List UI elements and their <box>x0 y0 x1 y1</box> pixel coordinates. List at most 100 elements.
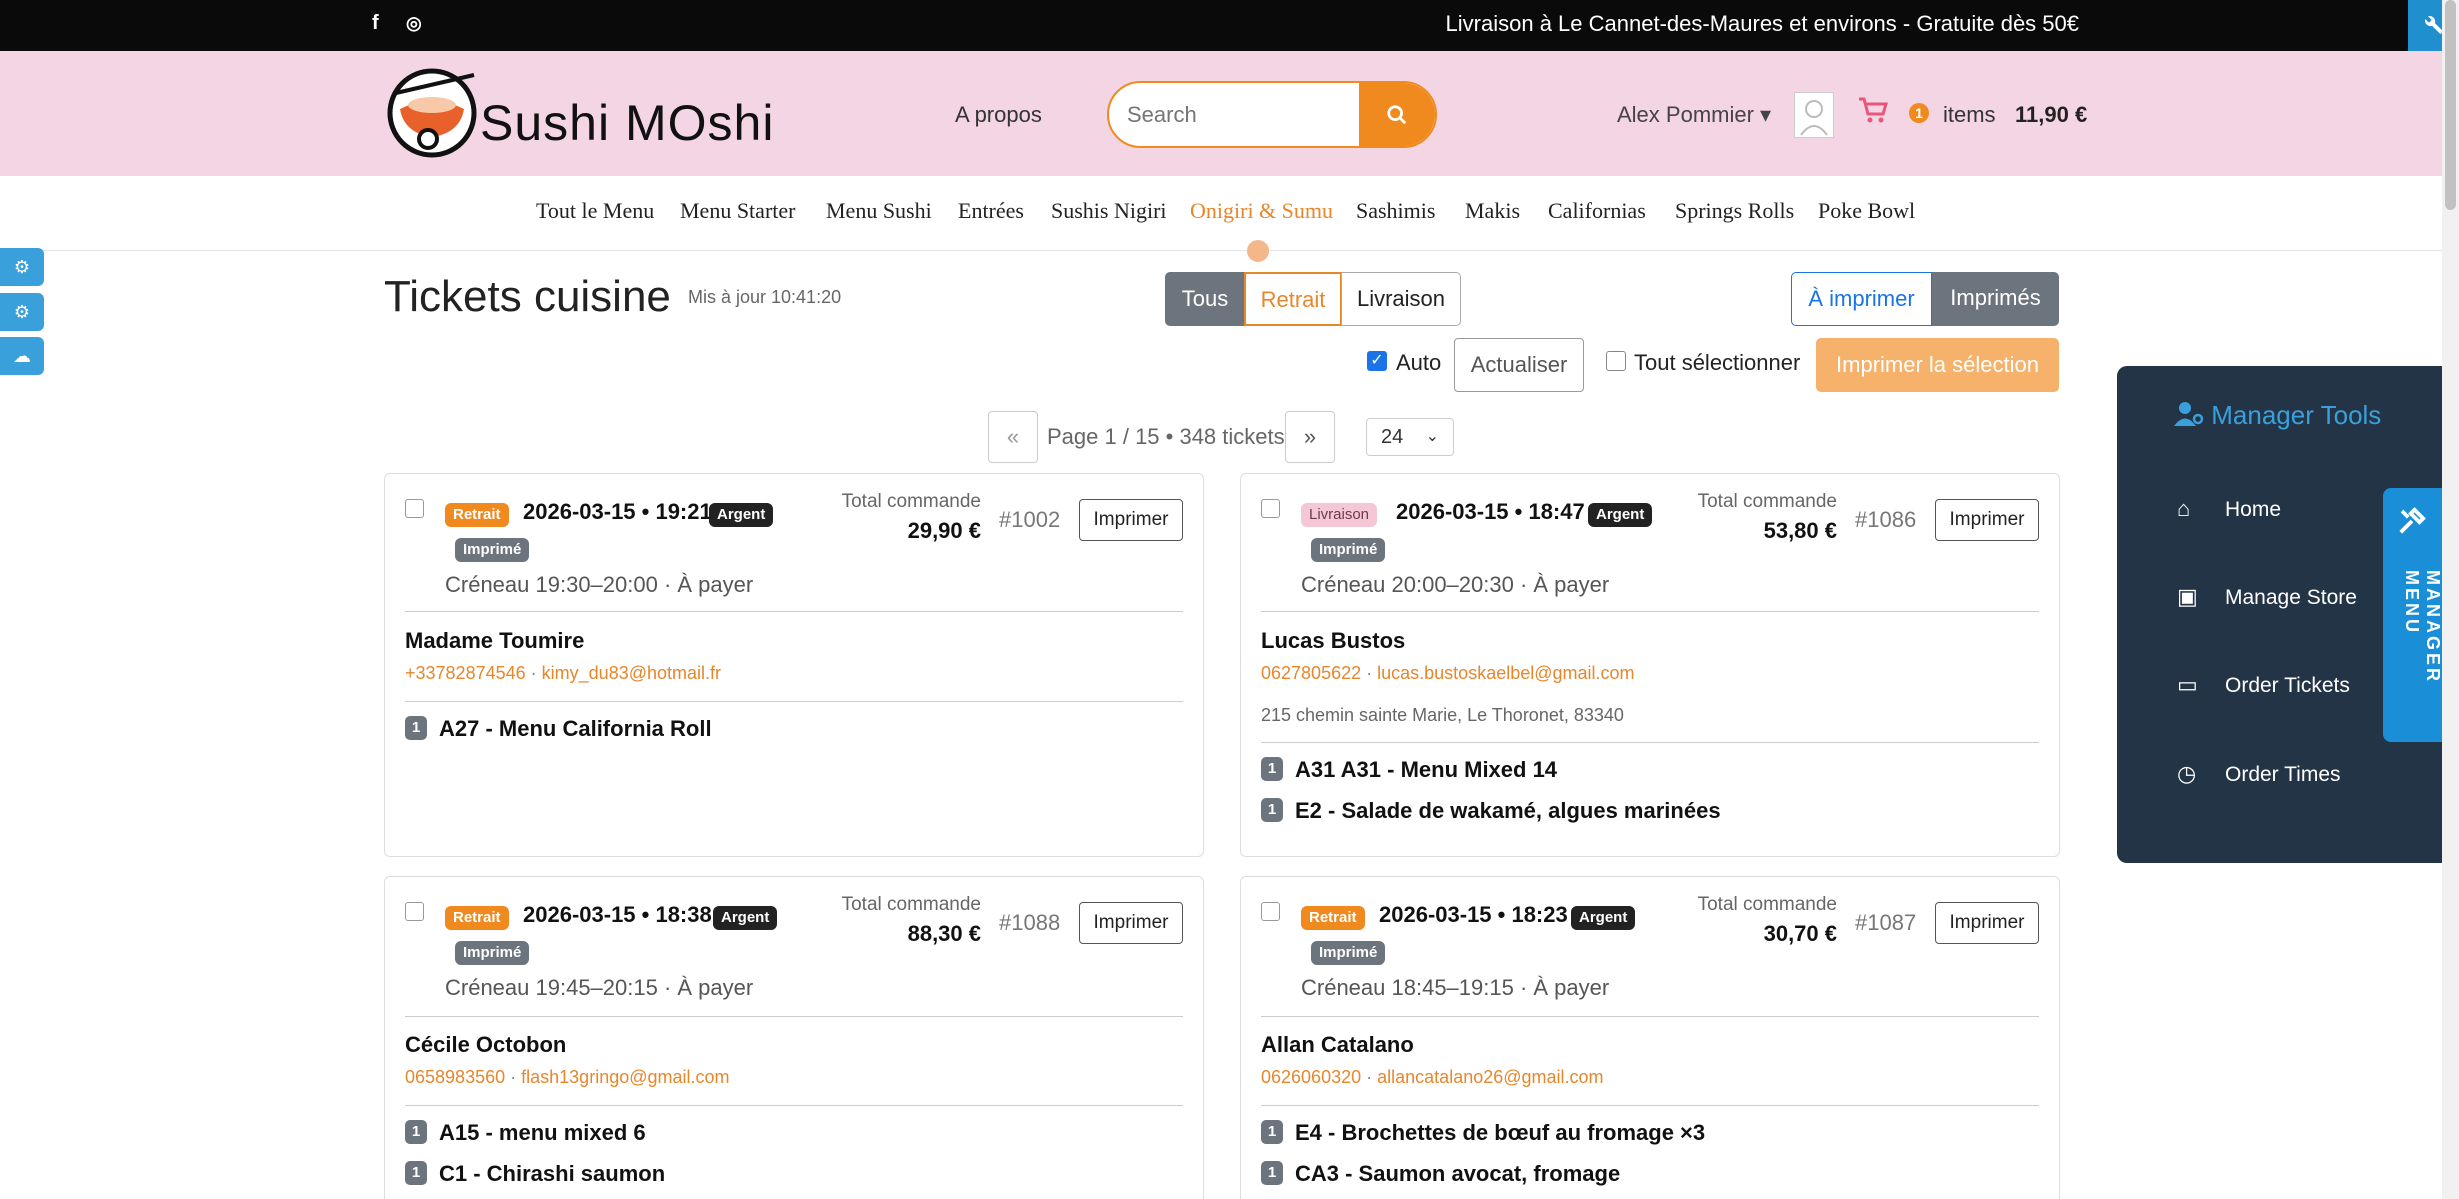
order-line: 1 CA3 - Saumon avocat, fromage <box>1261 1161 1620 1187</box>
nav-item-sashimis[interactable]: Sashimis <box>1356 198 1435 224</box>
divider <box>405 1016 1183 1017</box>
customer-phone[interactable]: 0658983560 <box>405 1067 505 1087</box>
nav-item-sushis-nigiri[interactable]: Sushis Nigiri <box>1051 198 1167 224</box>
logo-icon[interactable] <box>386 67 478 159</box>
scrollbar-thumb[interactable] <box>2445 0 2456 210</box>
manager-item-order-times[interactable]: ◷ Order Times <box>2177 761 2341 787</box>
filter-retrait[interactable]: Retrait <box>1244 272 1342 326</box>
ticket-number: #1087 <box>1855 910 1917 935</box>
print-button[interactable]: Imprimer <box>1935 902 2039 944</box>
filter-livraison[interactable]: Livraison <box>1341 272 1461 326</box>
tools-icon <box>2399 507 2426 534</box>
search-input[interactable] <box>1109 83 1359 146</box>
ticket-checkbox[interactable] <box>405 499 424 518</box>
to-print-toggle[interactable]: À imprimer <box>1791 272 1932 326</box>
printed-toggle[interactable]: Imprimés <box>1932 272 2059 326</box>
manager-menu-tab[interactable]: MANAGER MENU <box>2383 488 2443 742</box>
nav-item-menu-starter[interactable]: Menu Starter <box>680 198 795 224</box>
type-badge: Livraison <box>1301 503 1378 527</box>
active-indicator <box>1247 240 1269 262</box>
ticket-icon: ▭ <box>2177 672 2198 697</box>
manager-item-order-tickets[interactable]: ▭ Order Tickets <box>2177 672 2350 698</box>
nav-item-poke-bowl[interactable]: Poke Bowl <box>1818 198 1915 224</box>
qty-badge: 1 <box>405 1161 427 1185</box>
customer-phone[interactable]: 0626060320 <box>1261 1067 1361 1087</box>
per-page-select[interactable]: 24 ⌄ <box>1366 418 1454 456</box>
cart-icon[interactable] <box>1858 97 1889 127</box>
per-page-value: 24 <box>1381 426 1404 448</box>
scrollbar[interactable] <box>2442 0 2459 1199</box>
auto-checkbox[interactable]: ✓ <box>1367 351 1387 371</box>
order-line-label: E2 - Salade de wakamé, algues marinées <box>1295 798 1721 823</box>
filter-tous[interactable]: Tous <box>1165 272 1245 326</box>
payment-badge: Argent <box>713 906 778 930</box>
nav-item-entrees[interactable]: Entrées <box>958 198 1024 224</box>
pager-prev-button[interactable]: « <box>988 411 1038 463</box>
select-all-checkbox[interactable] <box>1606 351 1626 371</box>
customer-phone[interactable]: 0627805622 <box>1261 663 1361 683</box>
slot-text: Créneau 19:45–20:15 · À payer <box>445 975 754 1000</box>
manager-item-manage-store[interactable]: ▣ Manage Store <box>2177 584 2357 610</box>
manager-item-label: Home <box>2225 498 2282 521</box>
cogs-icon[interactable]: ⚙ <box>0 248 44 286</box>
ticket-card: Retrait 2026-03-15 • 18:38 Argent Imprim… <box>384 876 1204 1199</box>
payment-badge: Argent <box>709 503 774 527</box>
total-label: Total commande <box>841 894 981 915</box>
nav-item-onigiri-sumu[interactable]: Onigiri & Sumu <box>1190 198 1333 224</box>
instagram-icon[interactable]: ◎ <box>406 13 422 34</box>
print-button[interactable]: Imprimer <box>1935 499 2039 541</box>
customer-email[interactable]: lucas.bustoskaelbel@gmail.com <box>1377 663 1634 683</box>
customer-email[interactable]: allancatalano26@gmail.com <box>1377 1067 1603 1087</box>
ticket-card: Retrait 2026-03-15 • 19:21 Argent Imprim… <box>384 473 1204 857</box>
refresh-button[interactable]: Actualiser <box>1454 338 1584 392</box>
brand-name[interactable]: Sushi MOshi <box>480 94 774 152</box>
print-button[interactable]: Imprimer <box>1079 499 1183 541</box>
nav-item-tout-le-menu[interactable]: Tout le Menu <box>536 198 654 224</box>
customer-email[interactable]: flash13gringo@gmail.com <box>521 1067 729 1087</box>
ticket-checkbox[interactable] <box>405 902 424 921</box>
print-selection-button[interactable]: Imprimer la sélection <box>1816 338 2059 392</box>
print-button[interactable]: Imprimer <box>1079 902 1183 944</box>
ticket-checkbox[interactable] <box>1261 499 1280 518</box>
contact-separator: · <box>530 663 537 683</box>
pager-next-button[interactable]: » <box>1285 411 1335 463</box>
cart-total[interactable]: 11,90 € <box>2015 102 2087 128</box>
facebook-icon[interactable]: f <box>372 12 379 35</box>
clock-icon: ◷ <box>2177 761 2197 786</box>
nav-item-makis[interactable]: Makis <box>1465 198 1520 224</box>
nav-item-californias[interactable]: Californias <box>1548 198 1646 224</box>
customer-phone[interactable]: +33782874546 <box>405 663 526 683</box>
ticket-number: #1086 <box>1855 507 1917 532</box>
cart-count-badge: 1 <box>1909 103 1929 123</box>
nav-item-menu-sushi[interactable]: Menu Sushi <box>826 198 932 224</box>
divider <box>405 701 1183 702</box>
order-line-label: CA3 - Saumon avocat, fromage <box>1295 1161 1621 1186</box>
avatar[interactable] <box>1794 92 1834 138</box>
search-button[interactable] <box>1359 83 1435 146</box>
settings-icon[interactable]: ⚙ <box>0 293 44 331</box>
divider <box>1261 1016 2039 1017</box>
ticket-checkbox[interactable] <box>1261 902 1280 921</box>
about-link[interactable]: A propos <box>955 102 1042 128</box>
user-menu[interactable]: Alex Pommier ▾ <box>1617 102 1771 128</box>
manager-item-home[interactable]: ⌂ Home <box>2177 496 2281 522</box>
qty-badge: 1 <box>1261 1120 1283 1144</box>
order-line: 1 E4 - Brochettes de bœuf au fromage ×3 <box>1261 1120 1705 1146</box>
qty-badge: 1 <box>1261 798 1283 822</box>
order-line-label: C1 - Chirashi saumon <box>439 1161 666 1186</box>
contact-separator: · <box>1366 1067 1373 1087</box>
cloud-upload-icon[interactable]: ☁ <box>0 337 44 375</box>
site-header: Sushi MOshi A propos Alex Pommier ▾ 1 it… <box>0 51 2442 176</box>
customer-contact: 0627805622 · lucas.bustoskaelbel@gmail.c… <box>1261 663 1635 684</box>
ticket-card: Retrait 2026-03-15 • 18:23 Argent Imprim… <box>1240 876 2060 1199</box>
customer-contact: 0626060320 · allancatalano26@gmail.com <box>1261 1067 1604 1088</box>
customer-email[interactable]: kimy_du83@hotmail.fr <box>542 663 721 683</box>
home-icon: ⌂ <box>2177 496 2191 521</box>
status-badge: Imprimé <box>455 538 530 562</box>
order-line: 1 A27 - Menu California Roll <box>405 716 712 742</box>
customer-name: Allan Catalano <box>1261 1032 1414 1057</box>
cart-items-label[interactable]: items <box>1943 102 1996 128</box>
ticket-number: #1088 <box>999 910 1061 935</box>
type-badge: Retrait <box>445 906 509 930</box>
nav-item-springs-rolls[interactable]: Springs Rolls <box>1675 198 1794 224</box>
